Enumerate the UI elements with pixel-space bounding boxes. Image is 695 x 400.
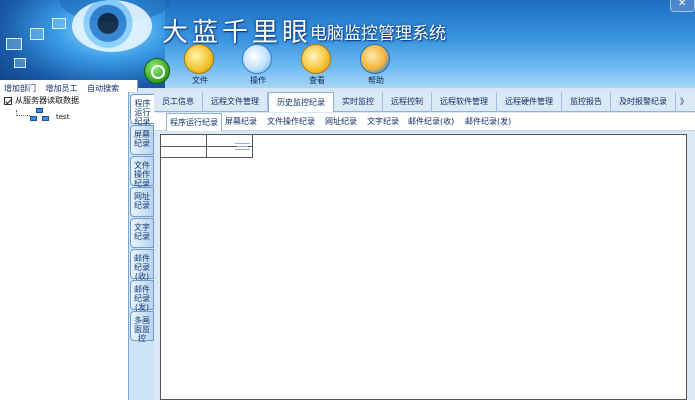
view-menu-label: 查看 bbox=[309, 76, 325, 85]
vtab-program-log[interactable]: 程序运行纪录 bbox=[130, 94, 154, 126]
sub-tab-bar: 程序运行纪录 屏幕纪录 文件操作纪录 网址纪录 文字纪录 邮件纪录(收) 邮件纪… bbox=[154, 113, 695, 131]
document-pen-icon bbox=[242, 44, 272, 74]
tab-realtime-alarm-log[interactable]: 及时报警纪录 bbox=[611, 92, 676, 112]
tab-remote-file-manage[interactable]: 远程文件管理 bbox=[203, 92, 268, 112]
subtab-mail-sent-log[interactable]: 邮件纪录(发) bbox=[465, 113, 511, 131]
tab-realtime-monitor[interactable]: 实时监控 bbox=[334, 92, 383, 112]
subtab-screen-log[interactable]: 屏幕纪录 bbox=[225, 113, 257, 131]
window-close-button[interactable]: ✕ bbox=[670, 0, 695, 12]
subtab-text-log[interactable]: 文字纪录 bbox=[367, 113, 399, 131]
tab-scroll-more-button[interactable]: 》 bbox=[676, 92, 692, 112]
screen-icon bbox=[30, 28, 44, 40]
tree-connector bbox=[16, 110, 30, 116]
panel-links: 增加部门 增加员工 自动搜索 bbox=[4, 83, 126, 94]
file-menu-button[interactable]: 文件 bbox=[170, 44, 230, 88]
operate-menu-button[interactable]: 操作 bbox=[228, 44, 288, 88]
subtab-mail-received-log[interactable]: 邮件纪录(收) bbox=[408, 113, 454, 131]
network-computers-icon[interactable] bbox=[30, 108, 50, 124]
subtab-url-log[interactable]: 网址纪录 bbox=[325, 113, 357, 131]
vtab-url-log[interactable]: 网址纪录 bbox=[130, 187, 154, 217]
subtab-file-operation-log[interactable]: 文件操作纪录 bbox=[267, 113, 315, 131]
vtab-screen-log[interactable]: 屏幕纪录 bbox=[130, 125, 154, 155]
read-from-server-label: 从服务器读取数据 bbox=[15, 96, 79, 105]
tab-remote-hardware-manage[interactable]: 远程硬件管理 bbox=[497, 92, 562, 112]
file-menu-label: 文件 bbox=[192, 76, 208, 85]
record-grid[interactable] bbox=[160, 134, 687, 400]
auto-search-link[interactable]: 自动搜索 bbox=[87, 84, 119, 93]
main-content: 员工信息 远程文件管理 历史监控纪录 实时监控 远程控制 远程软件管理 远程硬件… bbox=[154, 92, 695, 400]
vertical-tab-strip: 程序运行纪录 屏幕纪录 文件操作纪录 网址纪录 文字纪录 邮件纪录(收) 邮件纪… bbox=[128, 92, 154, 400]
screen-icon bbox=[14, 58, 26, 68]
operate-menu-label: 操作 bbox=[250, 76, 266, 85]
app-subtitle: 电脑监控管理系统 bbox=[310, 24, 446, 44]
go-button[interactable] bbox=[144, 58, 170, 84]
grid-cell[interactable] bbox=[161, 147, 207, 158]
read-from-server-checkbox[interactable]: 从服务器读取数据 bbox=[4, 95, 79, 106]
grid-header bbox=[161, 135, 253, 158]
folder-icon bbox=[184, 44, 214, 74]
add-department-link[interactable]: 增加部门 bbox=[4, 84, 36, 93]
vtab-multi-screen-monitor[interactable]: 多画面监控 bbox=[130, 311, 154, 343]
screen-icon bbox=[6, 38, 22, 50]
tree-node-test[interactable]: test bbox=[56, 113, 69, 121]
close-icon: ✕ bbox=[678, 0, 687, 9]
tab-monitor-report[interactable]: 监控报告 bbox=[562, 92, 611, 112]
help-menu-label: 帮助 bbox=[368, 76, 384, 85]
screen-icon bbox=[52, 18, 66, 29]
view-menu-button[interactable]: 查看 bbox=[287, 44, 347, 88]
subtab-program-log[interactable]: 程序运行纪录 bbox=[166, 113, 222, 131]
eye-graphic bbox=[0, 0, 170, 88]
tab-history-monitor-log[interactable]: 历史监控纪录 bbox=[268, 92, 334, 112]
vtab-file-operation-log[interactable]: 文件操作纪录 bbox=[130, 156, 154, 188]
tab-employee-info[interactable]: 员工信息 bbox=[154, 92, 203, 112]
employee-tree-panel: 增加部门 增加员工 自动搜索 从服务器读取数据 test bbox=[0, 80, 138, 400]
help-menu-button[interactable]: 帮助 bbox=[346, 44, 406, 88]
grid-cell[interactable] bbox=[161, 135, 207, 147]
eye-icon bbox=[72, 0, 152, 52]
lifebuoy-icon bbox=[360, 44, 390, 74]
checkbox-checked-icon[interactable] bbox=[4, 96, 12, 105]
magnifier-icon bbox=[301, 44, 331, 74]
tab-remote-software-manage[interactable]: 远程软件管理 bbox=[432, 92, 497, 112]
tab-remote-control[interactable]: 远程控制 bbox=[383, 92, 432, 112]
grid-scroll-thumb[interactable] bbox=[235, 143, 250, 150]
vtab-mail-received-log[interactable]: 邮件纪录(收) bbox=[130, 249, 154, 281]
vtab-text-log[interactable]: 文字纪录 bbox=[130, 218, 154, 248]
main-tab-bar: 员工信息 远程文件管理 历史监控纪录 实时监控 远程控制 远程软件管理 远程硬件… bbox=[154, 92, 695, 112]
add-employee-link[interactable]: 增加员工 bbox=[46, 84, 78, 93]
vtab-mail-sent-log[interactable]: 邮件纪录(发) bbox=[130, 280, 154, 312]
